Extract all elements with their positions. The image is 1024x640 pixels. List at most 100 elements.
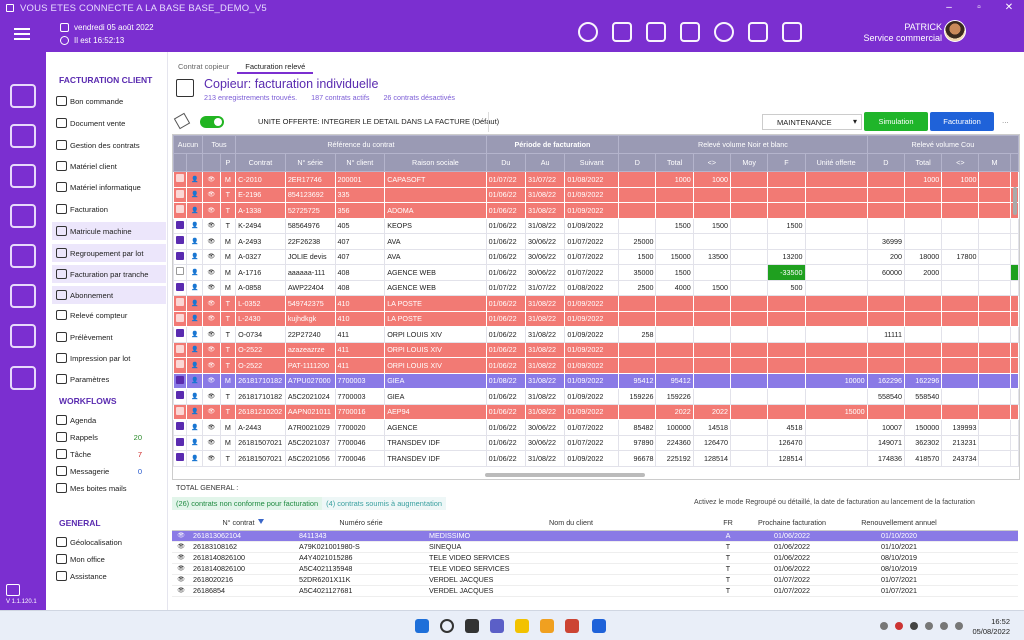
checkbox-icon[interactable] <box>176 220 185 229</box>
logout-icon[interactable] <box>6 584 20 596</box>
table-row[interactable]: 👤 👁 T O-0734 22P27240 411 ORPI LOUIS XIV 01/06/… <box>173 326 1019 343</box>
view-icon[interactable]: 👁 <box>172 552 190 564</box>
menu-item-gestion-contrats[interactable]: Gestion des contrats <box>52 136 166 154</box>
bcol-header-fr[interactable]: FR <box>716 516 740 531</box>
row-checkbox[interactable] <box>173 171 188 188</box>
col-header-suivant[interactable]: Suivant <box>564 153 620 172</box>
gear-icon[interactable] <box>714 22 734 42</box>
vertical-scrollbar[interactable] <box>1013 187 1017 215</box>
user-icon[interactable]: 👤 <box>186 450 203 467</box>
view-icon[interactable]: 👁 <box>202 434 221 451</box>
user-icon[interactable]: 👤 <box>186 341 203 358</box>
row-checkbox[interactable] <box>173 434 188 451</box>
user-icon[interactable]: 👤 <box>186 248 203 265</box>
view-icon[interactable]: 👁 <box>172 574 190 586</box>
list-item[interactable]: 👁 26181408261​00 A4Y4021015286 TELE VIDEO S… <box>172 552 1018 564</box>
view-icon[interactable]: 👁 <box>202 388 221 405</box>
teams-icon[interactable] <box>490 619 504 633</box>
windows-start-icon[interactable] <box>415 619 429 633</box>
user-icon[interactable]: 👤 <box>186 171 203 188</box>
menu-item-materiel-client[interactable]: Matériel client <box>52 157 166 175</box>
user-icon[interactable]: 👤 <box>186 217 203 234</box>
avatar[interactable] <box>944 20 966 42</box>
table-row[interactable]: 👤 👁 T A-1338 52725725 356 ADOMA 01/06/22 31/08/2… <box>173 202 1019 219</box>
maintenance-select[interactable]: MAINTENANCE <box>762 114 862 130</box>
menu-item-assistance[interactable]: Assistance <box>52 567 166 585</box>
table-row[interactable]: 👤 👁 M C-2010 2ER17746 200001 CAPASOFT 01/07/22 3… <box>173 171 1019 188</box>
view-icon[interactable]: 👁 <box>202 403 221 420</box>
table-row[interactable]: 👤 👁 T K-2494 58564976 405 KEOPS 01/06/22 31/08/2… <box>173 217 1019 234</box>
row-checkbox[interactable] <box>173 248 188 265</box>
folder-icon[interactable] <box>646 22 666 42</box>
table-row[interactable]: 👤 👁 T 26181507021 A5C2021056 7700046 TRANSDEV … <box>173 450 1019 467</box>
menu-item-impression-lot[interactable]: Impression par lot <box>52 349 166 367</box>
row-checkbox[interactable] <box>173 403 188 420</box>
user-icon[interactable]: 👤 <box>186 372 203 389</box>
menu-item-materiel-informatique[interactable]: Matériel informatique <box>52 178 166 196</box>
settings-icon[interactable] <box>10 366 36 390</box>
user-icon[interactable]: 👤 <box>186 419 203 436</box>
row-checkbox[interactable] <box>173 264 188 281</box>
user-icon[interactable]: 👤 <box>186 357 203 374</box>
col-header-f[interactable]: F <box>767 153 806 172</box>
row-checkbox[interactable] <box>173 202 188 219</box>
view-icon[interactable]: 👁 <box>202 310 221 327</box>
col-header-moy[interactable]: Moy <box>730 153 769 172</box>
checkbox-icon[interactable] <box>176 344 185 353</box>
col-header-unite-offerte[interactable]: Unité offerte <box>804 153 868 172</box>
hand-icon[interactable] <box>10 164 36 188</box>
col-header-total-couleur[interactable]: Total <box>903 153 943 172</box>
battery-icon[interactable] <box>955 622 963 630</box>
checkbox-icon[interactable] <box>176 437 185 446</box>
table-row[interactable]: 👤 👁 M 26181507021 A5C2021037 7700046 TRANSDEV … <box>173 434 1019 451</box>
row-checkbox[interactable] <box>173 419 188 436</box>
view-icon[interactable]: 👁 <box>202 202 221 219</box>
security-tray-icon[interactable] <box>880 622 888 630</box>
select-none-button[interactable]: Aucun <box>173 135 203 154</box>
checkbox-icon[interactable] <box>176 174 185 183</box>
table-row[interactable]: 👤 👁 M 26181710182 A7PU027000 7700003 GIEA 01/08… <box>173 372 1019 389</box>
view-icon[interactable]: 👁 <box>202 217 221 234</box>
menu-item-mon-office[interactable]: Mon office <box>52 550 166 568</box>
row-checkbox[interactable] <box>173 217 188 234</box>
augment-contracts-chip[interactable]: (4) contrats soumis à augmentation <box>322 497 446 510</box>
menu-item-facturation-tranche[interactable]: Facturation par tranche <box>52 265 166 283</box>
database-icon[interactable] <box>680 22 700 42</box>
close-button[interactable]: ✕ <box>994 0 1024 16</box>
checkbox-icon[interactable] <box>176 406 185 415</box>
volume-icon[interactable] <box>940 622 948 630</box>
row-checkbox[interactable] <box>173 233 188 250</box>
unite-offerte-toggle[interactable] <box>200 116 224 128</box>
view-icon[interactable]: 👁 <box>202 357 221 374</box>
menu-item-prelevement[interactable]: Prélèvement <box>52 328 166 346</box>
home-icon[interactable] <box>10 84 36 108</box>
checkbox-icon[interactable] <box>176 422 185 431</box>
checkbox-icon[interactable] <box>176 189 185 198</box>
checkbox-icon[interactable] <box>176 391 185 400</box>
maximize-button[interactable]: ▫ <box>964 0 994 16</box>
menu-item-rappels[interactable]: Rappels 20 <box>52 428 166 446</box>
checkbox-icon[interactable] <box>176 282 185 291</box>
app-logo-icon[interactable] <box>592 619 606 633</box>
user-icon[interactable]: 👤 <box>186 388 203 405</box>
col-header-serie[interactable]: N° série <box>284 153 336 172</box>
checkbox-icon[interactable] <box>176 313 185 322</box>
table-row[interactable]: 👤 👁 T O-2522 azazeazrze 411 ORPI LOUIS XIV 01/0… <box>173 341 1019 358</box>
table-row[interactable]: 👤 👁 M A-2493 22F26238 407 AVA 01/06/22 30/06/22 0… <box>173 233 1019 250</box>
tab-contrat-copieur[interactable]: Contrat copieur <box>170 60 237 74</box>
table-row[interactable]: 👤 👁 T L-0352 549742375 410 LA POSTE 01/06/22 31/… <box>173 295 1019 312</box>
list-item[interactable]: 👁 26186854 A5C4021127681 VERDEL JACQUES T 01/… <box>172 585 1018 597</box>
col-header-m-couleur[interactable]: M <box>978 153 1011 172</box>
clipboard-icon[interactable] <box>748 22 768 42</box>
menu-item-bon-commande[interactable]: Bon commande <box>52 92 166 110</box>
user-icon[interactable]: 👤 <box>186 326 203 343</box>
table-row[interactable]: 👤 👁 M A-0327 JOLIE devis 407 AVA 01/06/22 30/06/… <box>173 248 1019 265</box>
col-header-contrat[interactable]: Contrat <box>235 153 286 172</box>
menu-item-document-vente[interactable]: Document vente <box>52 114 166 132</box>
view-icon[interactable]: 👁 <box>172 530 190 542</box>
view-icon[interactable]: 👁 <box>202 372 221 389</box>
list-item[interactable]: 👁 26180202​16 52DR6201X11K VERDEL JACQUES T 0… <box>172 574 1018 586</box>
view-icon[interactable]: 👁 <box>202 279 221 296</box>
facturation-button[interactable]: Facturation <box>930 112 994 131</box>
wifi-icon[interactable] <box>925 622 933 630</box>
